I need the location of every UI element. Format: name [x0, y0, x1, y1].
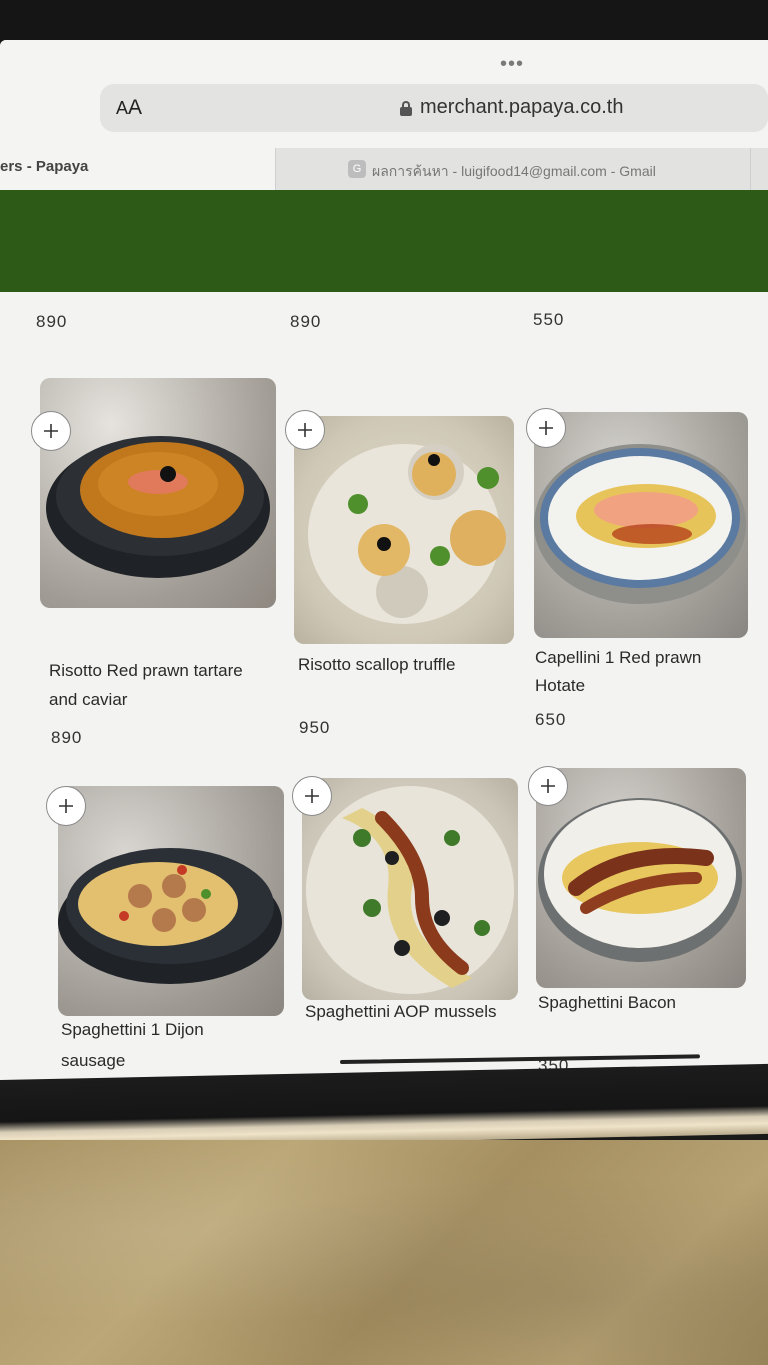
dish-image[interactable] [536, 768, 746, 988]
dish-image[interactable] [302, 778, 518, 1000]
item-name: sausage [61, 1051, 126, 1070]
item-price: 950 [299, 718, 331, 737]
more-dots-icon[interactable]: ••• [500, 54, 524, 74]
plus-icon [298, 423, 312, 437]
google-favicon-icon: G [348, 160, 366, 178]
tab-strip: ers - Papaya G ผลการค้นหา - luigifood14@… [0, 148, 768, 190]
item-name: Hotate [535, 676, 586, 695]
dish-image[interactable] [58, 786, 284, 1016]
tablet-screen: ••• AA merchant.papaya.co.th ers - Papay… [0, 40, 768, 1080]
add-to-cart-button[interactable] [526, 408, 566, 448]
plus-icon [44, 424, 58, 438]
text-size-button[interactable]: AA [116, 96, 142, 120]
item-price: 650 [535, 710, 567, 729]
dish-image[interactable] [40, 378, 276, 608]
item-price: 890 [51, 728, 83, 747]
add-to-cart-button[interactable] [528, 766, 568, 806]
address-bar[interactable]: AA merchant.papaya.co.th [100, 84, 768, 132]
dish-image[interactable] [294, 416, 514, 644]
item-price: 890 [290, 312, 322, 331]
plus-icon [305, 789, 319, 803]
lock-icon [400, 101, 412, 116]
item-name: Capellini 1 Red prawn [535, 648, 702, 667]
plus-icon [59, 799, 73, 813]
text-size-big-label: A [128, 96, 143, 119]
tab-title: ผลการค้นหา - luigifood14@gmail.com - Gma… [372, 163, 656, 179]
tablet-bezel-bottom [0, 1063, 768, 1150]
item-name: Spaghettini Bacon [538, 993, 676, 1012]
item-name: Spaghettini 1 Dijon [61, 1020, 204, 1039]
home-indicator[interactable] [339, 1054, 700, 1064]
item-name: and caviar [49, 690, 128, 709]
add-to-cart-button[interactable] [292, 776, 332, 816]
plus-icon [541, 779, 555, 793]
item-name: Risotto scallop truffle [298, 655, 456, 674]
site-header-bar [0, 190, 768, 292]
item-name: Spaghettini AOP mussels [305, 1002, 497, 1021]
browser-chrome: ••• AA merchant.papaya.co.th ers - Papay… [0, 40, 768, 190]
tab-overflow[interactable] [750, 148, 768, 190]
menu-grid: 890 890 550 Risotto Red prawn tartare an… [0, 292, 768, 1080]
dish-image[interactable] [534, 412, 748, 638]
tab-title: ers - Papaya [0, 158, 89, 175]
item-name: Risotto Red prawn tartare [49, 661, 243, 680]
add-to-cart-button[interactable] [285, 410, 325, 450]
add-to-cart-button[interactable] [31, 411, 71, 451]
table-surface [0, 1140, 768, 1365]
add-to-cart-button[interactable] [46, 786, 86, 826]
item-price: 550 [533, 310, 565, 329]
text-size-small-label: A [116, 98, 129, 118]
url-text[interactable]: merchant.papaya.co.th [420, 96, 623, 119]
item-price: 890 [36, 312, 68, 331]
plus-icon [539, 421, 553, 435]
tab-papaya[interactable]: ers - Papaya [0, 148, 275, 190]
tab-gmail[interactable]: G ผลการค้นหา - luigifood14@gmail.com - G… [275, 148, 750, 190]
